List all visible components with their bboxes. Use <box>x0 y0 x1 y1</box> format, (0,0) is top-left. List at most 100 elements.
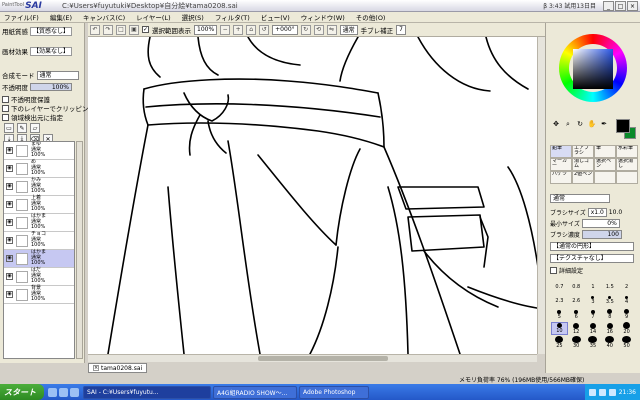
canvas-horizontal-scrollbar[interactable] <box>88 354 537 362</box>
brush-size-preset[interactable]: 1 <box>585 280 602 293</box>
menu-other[interactable]: その他(O) <box>356 12 386 22</box>
brush-size-preset[interactable]: 50 <box>618 336 635 349</box>
brush-size-preset[interactable]: 0.7 <box>551 280 568 293</box>
brush-shape-select[interactable]: 【通常の円形】 <box>550 242 634 251</box>
tool-brush[interactable]: 筆 <box>594 145 616 158</box>
document-close-icon[interactable]: × <box>93 365 99 371</box>
tool-marker[interactable]: マーカー <box>550 158 572 171</box>
layer-item[interactable]: ◉ 背景 通常 100% <box>4 286 74 304</box>
brush-size-preset[interactable]: 0.8 <box>568 280 585 293</box>
menu-file[interactable]: ファイル(F) <box>4 12 39 22</box>
close-button[interactable]: × <box>627 1 638 11</box>
tool-select-pen[interactable]: 選択ペン <box>594 158 616 171</box>
brush-size-preset[interactable]: 3.5 <box>601 294 618 307</box>
brush-size-preset[interactable]: 14 <box>585 322 602 335</box>
brush-effect-select[interactable]: 【効果なし】 <box>30 46 73 56</box>
brush-size-preset[interactable]: 2.3 <box>551 294 568 307</box>
mode-field[interactable]: 通常 <box>339 24 358 35</box>
canvas-vertical-scrollbar[interactable] <box>537 37 545 354</box>
deselect-icon[interactable]: □ <box>116 24 126 35</box>
tray-icon[interactable] <box>608 388 616 396</box>
maximize-button[interactable]: □ <box>615 1 626 11</box>
visibility-eye-icon[interactable]: ◉ <box>6 219 13 226</box>
brush-size-preset[interactable]: 3 <box>585 294 602 307</box>
layer-item[interactable]: ◉ 上着 通常 100% <box>4 196 74 214</box>
tool-select-eraser[interactable]: 選択消し <box>616 158 638 171</box>
layer-item[interactable]: ◉ まゆ 通常 100% <box>4 142 74 160</box>
visibility-eye-icon[interactable]: ◉ <box>6 237 13 244</box>
rotate-left-icon[interactable]: ↺ <box>259 24 270 35</box>
drawing-canvas[interactable] <box>88 37 545 354</box>
invert-select-icon[interactable]: ▣ <box>129 24 139 35</box>
task-photoshop[interactable]: Adobe Photoshop <box>299 385 369 399</box>
brush-size-preset[interactable]: 16 <box>601 322 618 335</box>
visibility-eye-icon[interactable]: ◉ <box>6 201 13 208</box>
brush-size-multiplier[interactable]: x1.0 <box>587 208 607 217</box>
layer-item[interactable]: ◉ め通常 100% <box>4 160 74 178</box>
zoom-in-icon[interactable]: + <box>233 24 244 35</box>
clipping-checkbox[interactable] <box>2 104 9 112</box>
document-tab[interactable]: × tama0208.sai <box>88 363 148 373</box>
task-sai[interactable]: SAI - C:¥Users¥fuyutu... <box>83 385 211 399</box>
minimize-button[interactable]: _ <box>603 1 614 11</box>
menu-view[interactable]: ビュー(V) <box>261 12 290 22</box>
blend-mode-select[interactable]: 通常 <box>36 70 79 80</box>
brush-size-preset[interactable]: 25 <box>551 336 568 349</box>
quicklaunch-icon[interactable] <box>48 387 57 397</box>
scrollbar-thumb[interactable] <box>258 356 388 361</box>
rotate-right-icon[interactable]: ↻ <box>300 24 311 35</box>
new-linework-icon[interactable]: ✎ <box>17 123 27 133</box>
move-icon[interactable]: ✥ <box>551 119 561 129</box>
brush-size-preset[interactable]: 30 <box>568 336 585 349</box>
tool-binary-pen[interactable]: 2値ペン <box>572 171 594 184</box>
eyedropper-icon[interactable]: ✒ <box>599 119 609 129</box>
quicklaunch-icon[interactable] <box>59 387 68 397</box>
layer-item[interactable]: ◉ チョコ 通常 100% <box>4 232 74 250</box>
tool-airbrush[interactable]: エアブラシ <box>572 145 594 158</box>
brush-size-preset[interactable]: 10 <box>551 322 568 335</box>
brush-size-preset[interactable]: 35 <box>585 336 602 349</box>
tool-bucket[interactable]: バケツ <box>550 171 572 184</box>
brush-size-preset[interactable]: 8 <box>601 308 618 321</box>
visibility-eye-icon[interactable]: ◉ <box>6 255 13 262</box>
tool-empty[interactable] <box>616 171 638 184</box>
zoom-field[interactable]: 100% <box>194 24 218 35</box>
layer-item[interactable]: ◉ かみ 通常 100% <box>4 178 74 196</box>
brush-size-preset[interactable]: 1.5 <box>601 280 618 293</box>
detail-settings-checkbox[interactable] <box>550 267 557 274</box>
density-slider[interactable]: 100 <box>581 230 622 239</box>
redo-icon[interactable]: ↷ <box>103 24 113 35</box>
selection-display-checkbox[interactable]: ✓ <box>142 26 149 33</box>
brush-size-preset[interactable]: 12 <box>568 322 585 335</box>
start-button[interactable]: スタート <box>0 384 44 400</box>
paper-texture-select[interactable]: 【質感なし】 <box>30 26 73 36</box>
visibility-eye-icon[interactable]: ◉ <box>6 183 13 190</box>
menu-window[interactable]: ウィンドウ(W) <box>301 12 345 22</box>
visibility-eye-icon[interactable]: ◉ <box>6 273 13 280</box>
layer-item[interactable]: ◉ はかま 通常 100% <box>4 214 74 232</box>
menu-select[interactable]: 選択(S) <box>182 12 204 22</box>
task-radio[interactable]: A4G組RADIO SHOW～... <box>213 385 297 399</box>
brush-size-preset[interactable]: 5 <box>551 308 568 321</box>
tray-icon[interactable] <box>598 388 606 396</box>
source-region-checkbox[interactable] <box>2 113 9 121</box>
visibility-eye-icon[interactable]: ◉ <box>6 165 13 172</box>
layer-list-scrollbar[interactable] <box>76 141 83 359</box>
rotate-icon[interactable]: ↻ <box>575 119 585 129</box>
protect-opacity-checkbox[interactable] <box>2 95 9 103</box>
brush-size-preset[interactable]: 2.6 <box>568 294 585 307</box>
layer-item[interactable]: ◉ はだ 通常 100% <box>4 268 74 286</box>
tray-icon[interactable] <box>588 388 596 396</box>
visibility-eye-icon[interactable]: ◉ <box>6 147 13 154</box>
opacity-slider[interactable]: 100% <box>30 83 72 91</box>
undo-icon[interactable]: ↶ <box>90 24 100 35</box>
tool-empty[interactable] <box>594 171 616 184</box>
hand-icon[interactable]: ✋ <box>587 119 597 129</box>
zoom-reset-icon[interactable]: ⌂ <box>246 24 257 35</box>
tool-eraser[interactable]: 消しゴム <box>572 158 594 171</box>
visibility-eye-icon[interactable]: ◉ <box>6 291 13 298</box>
layer-item-selected[interactable]: ◉ はかま 通常 100% <box>4 250 74 268</box>
rotation-field[interactable]: +000° <box>272 24 298 35</box>
stabilizer-field[interactable]: 7 <box>396 24 406 35</box>
rotate-reset-icon[interactable]: ⟲ <box>313 24 324 35</box>
